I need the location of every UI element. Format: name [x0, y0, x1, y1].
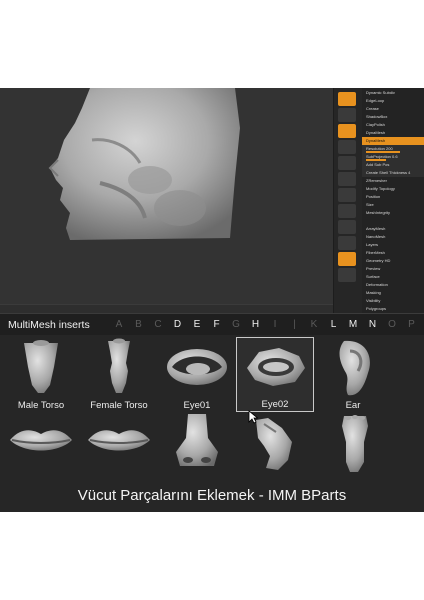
panel-item[interactable]: ArrayMesh — [362, 225, 424, 233]
letter-filter[interactable]: M — [346, 314, 360, 336]
mesh-insert-item[interactable] — [80, 412, 158, 487]
transp-icon[interactable] — [338, 236, 356, 250]
panel-item[interactable]: Modify Topology — [362, 185, 424, 193]
male-torso-icon — [24, 340, 58, 393]
resolution-slider[interactable] — [366, 151, 400, 153]
mesh-insert-label: Eye02 — [261, 399, 289, 410]
female-torso-icon — [108, 338, 130, 393]
letter-filter[interactable]: D — [171, 314, 185, 336]
panel-item[interactable]: ZRemesher — [362, 177, 424, 185]
panel-item[interactable]: Position — [362, 193, 424, 201]
multimesh-header: MultiMesh inserts A B C D E F G H I | K L M N O P — [0, 313, 424, 336]
eye-socket-icon — [247, 348, 305, 386]
polyf-icon[interactable] — [338, 220, 356, 234]
letter-filter[interactable]: K — [307, 314, 321, 336]
persp-icon[interactable] — [338, 124, 356, 138]
move-icon[interactable] — [338, 108, 356, 122]
eye-icon — [167, 349, 227, 385]
letter-filter[interactable]: L — [327, 314, 341, 336]
panel-item[interactable]: MeshIntegrity — [362, 209, 424, 217]
mesh-insert-male-torso[interactable]: Male Torso — [2, 337, 80, 412]
panel-item[interactable]: Crease — [362, 105, 424, 113]
geometry-subpalette: Dynamic Subdiv EdgeLoop Crease ShadowBox Cla… — [362, 88, 424, 313]
letter-filter[interactable]: I — [268, 314, 282, 336]
brush-icon[interactable] — [338, 92, 356, 106]
panel-item[interactable]: NanoMesh — [362, 233, 424, 241]
panel-item[interactable]: Preview — [362, 265, 424, 273]
panel-item[interactable]: DynaMesh — [362, 137, 424, 145]
panel-item[interactable]: Polygroups — [362, 305, 424, 313]
sculpt-viewport[interactable] — [0, 88, 333, 313]
caption-banner: Vücut Parçalarını Eklemek - IMM BParts — [0, 480, 424, 512]
panel-item[interactable]: Geometry HD — [362, 257, 424, 265]
panel-item[interactable]: Masking — [362, 289, 424, 297]
letter-filter[interactable]: A — [112, 314, 126, 336]
panel-item[interactable]: FiberMesh — [362, 249, 424, 257]
mesh-insert-item[interactable] — [2, 412, 80, 487]
letter-filter[interactable]: E — [190, 314, 204, 336]
rotate-icon[interactable] — [338, 188, 356, 202]
mouse-cursor-icon — [248, 410, 258, 424]
panel-item[interactable]: EdgeLoop — [362, 97, 424, 105]
letter-filter[interactable]: H — [249, 314, 263, 336]
mesh-insert-label: Male Torso — [17, 400, 65, 411]
caption-title: Vücut Parçalarını Eklemek - IMM BParts — [77, 487, 347, 504]
floor-icon[interactable] — [338, 140, 356, 154]
panel-item — [362, 217, 424, 225]
viewport-bottom-bar — [0, 304, 333, 313]
panel-item[interactable]: Visibility — [362, 297, 424, 305]
solo-icon[interactable] — [338, 252, 356, 266]
letter-filter[interactable]: O — [385, 314, 399, 336]
multimesh-title: MultiMesh inserts — [8, 319, 90, 331]
letter-filter[interactable]: G — [229, 314, 243, 336]
mesh-insert-label: Eye01 — [183, 400, 211, 411]
ear-icon — [339, 340, 370, 396]
panel-item[interactable]: Surface — [362, 273, 424, 281]
panel-item[interactable]: ShadowBox — [362, 113, 424, 121]
right-tool-shelf — [333, 88, 362, 313]
lips-icon — [10, 430, 72, 451]
letter-filter[interactable]: N — [366, 314, 380, 336]
letter-filter[interactable]: F — [210, 314, 224, 336]
letter-filter[interactable]: P — [405, 314, 419, 336]
mesh-insert-item[interactable] — [314, 412, 392, 487]
mesh-insert-label: Female Torso — [90, 400, 148, 411]
mesh-insert-eye01[interactable]: Eye01 — [158, 337, 236, 412]
scale-icon[interactable] — [338, 204, 356, 218]
multimesh-grid: Male Torso Female Torso Eye01 Eye02 Ear — [0, 335, 424, 480]
mesh-insert-ear[interactable]: Ear — [314, 337, 392, 412]
xpose-icon[interactable] — [338, 268, 356, 282]
panel-item[interactable]: Size — [362, 201, 424, 209]
panel-item[interactable]: Create Shell Thickness 4 — [362, 169, 424, 177]
mesh-insert-item[interactable] — [158, 412, 236, 487]
lips-icon — [88, 430, 150, 451]
foot-icon — [342, 415, 368, 472]
nose-icon — [176, 414, 218, 466]
mesh-insert-female-torso[interactable]: Female Torso — [80, 337, 158, 412]
frame-icon[interactable] — [338, 172, 356, 186]
mesh-insert-label: Ear — [345, 400, 361, 411]
letter-filter[interactable]: C — [151, 314, 165, 336]
sculpted-head-model — [48, 88, 240, 240]
panel-item[interactable]: DynaMesh — [362, 129, 424, 137]
panel-item[interactable]: ClayPolish — [362, 121, 424, 129]
local-icon[interactable] — [338, 156, 356, 170]
panel-item[interactable]: Layers — [362, 241, 424, 249]
zbrush-screenshot: Dynamic Subdiv EdgeLoop Crease ShadowBox Cla… — [0, 88, 424, 512]
subprojection-slider[interactable] — [366, 159, 386, 161]
panel-item[interactable]: Add Sub Pos — [362, 161, 424, 169]
panel-item[interactable]: Dynamic Subdiv — [362, 89, 424, 97]
panel-item[interactable]: Deformation — [362, 281, 424, 289]
letter-filter[interactable]: B — [132, 314, 146, 336]
letter-filter[interactable]: | — [288, 314, 302, 336]
mesh-insert-eye02[interactable]: Eye02 — [236, 337, 314, 412]
